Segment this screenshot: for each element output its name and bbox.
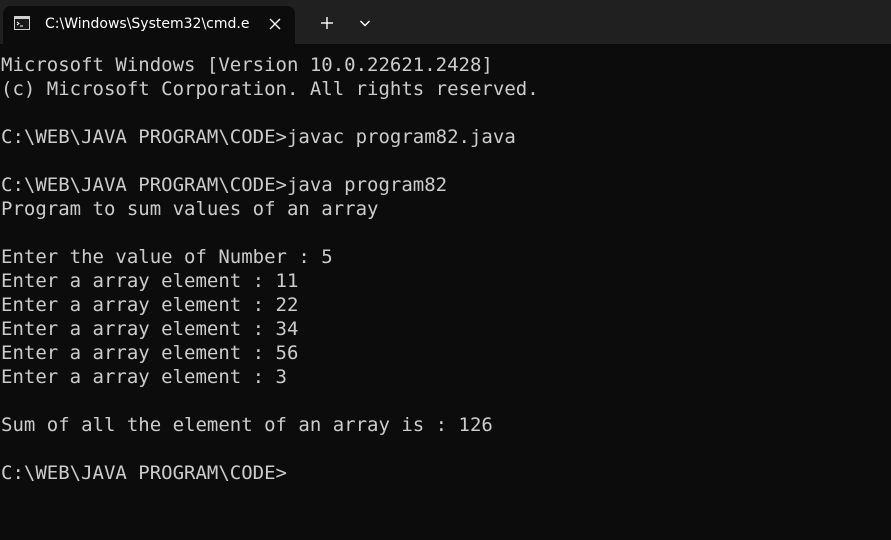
console-line: Enter a array element : 56: [1, 342, 299, 364]
close-icon[interactable]: [266, 15, 284, 33]
tab-cmd[interactable]: C:\Windows\System32\cmd.e: [3, 6, 295, 44]
tab-title: C:\Windows\System32\cmd.e: [45, 16, 250, 32]
console-line: Sum of all the element of an array is : …: [1, 414, 493, 436]
terminal-window: C:\Windows\System32\cmd.e Microsoft Wind…: [0, 0, 891, 540]
cmd-app-icon: [14, 16, 30, 30]
console-line: C:\WEB\JAVA PROGRAM\CODE>: [1, 462, 287, 484]
console-line: C:\WEB\JAVA PROGRAM\CODE>java program82: [1, 174, 448, 196]
console-line: Enter a array element : 22: [1, 294, 299, 316]
chevron-down-icon[interactable]: [353, 12, 377, 34]
console-line: C:\WEB\JAVA PROGRAM\CODE>javac program82…: [1, 126, 516, 148]
console-line: Program to sum values of an array: [1, 198, 379, 220]
title-bar: C:\Windows\System32\cmd.e: [0, 0, 891, 44]
console-line: Enter the value of Number : 5: [1, 246, 333, 268]
plus-icon[interactable]: [314, 12, 340, 34]
console-line: (c) Microsoft Corporation. All rights re…: [1, 78, 539, 100]
console-line: Microsoft Windows [Version 10.0.22621.24…: [1, 54, 493, 76]
console-output[interactable]: Microsoft Windows [Version 10.0.22621.24…: [1, 53, 889, 533]
console-line: Enter a array element : 34: [1, 318, 299, 340]
console-line: Enter a array element : 3: [1, 366, 287, 388]
console-line: Enter a array element : 11: [1, 270, 299, 292]
